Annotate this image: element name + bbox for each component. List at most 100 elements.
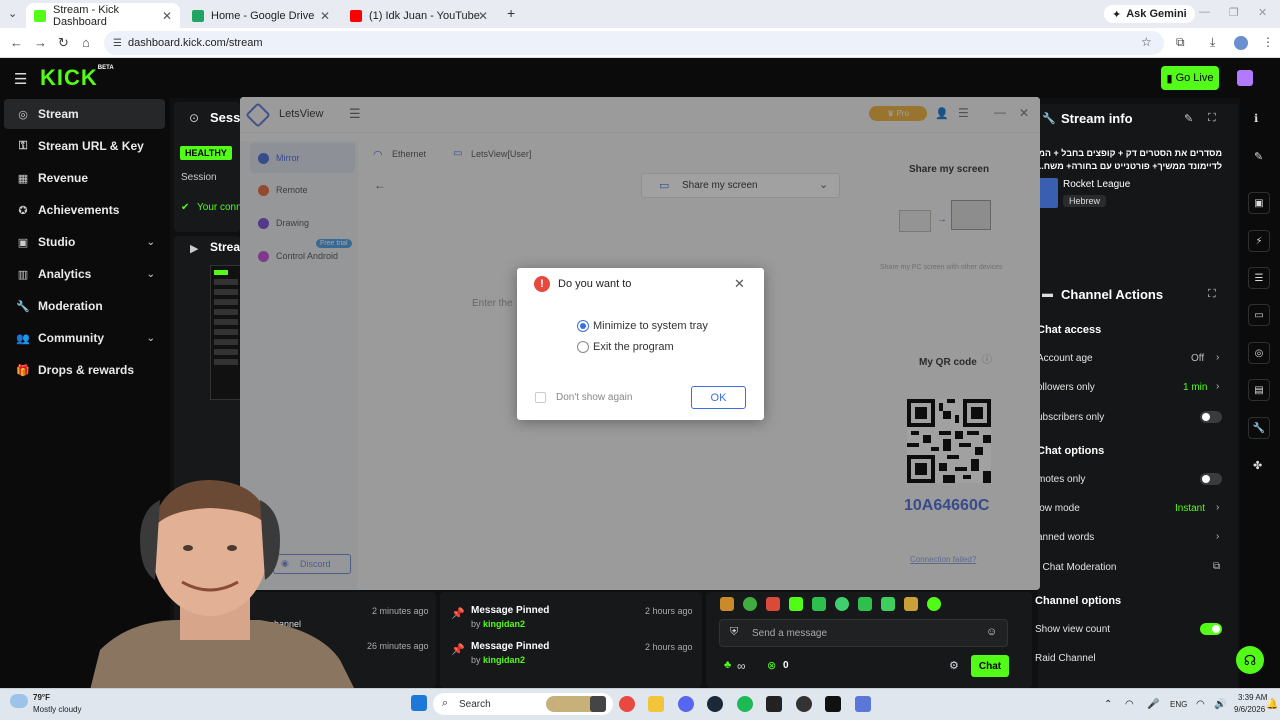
close-window-icon[interactable]: ✕ (1258, 6, 1267, 19)
user-avatar[interactable] (1237, 70, 1253, 86)
back-icon[interactable]: ← (10, 35, 23, 50)
sidebar-item-studio[interactable]: ▣ Studio ⌄ (4, 227, 165, 257)
sidebar-item-analytics[interactable]: ▥ Analytics ⌄ (4, 259, 165, 289)
tray-network-icon[interactable]: ◠ (1125, 699, 1134, 710)
extensions-icon[interactable]: ⧉ (1176, 35, 1185, 50)
go-live-button[interactable]: ▮ Go Live (1161, 66, 1219, 90)
emote-icon[interactable] (720, 597, 734, 611)
sidebar-item-achievements[interactable]: ✪ Achievements (4, 195, 165, 225)
video-icon[interactable]: ▣ (1248, 192, 1270, 214)
target-icon[interactable]: ◎ (1248, 342, 1270, 364)
minimize-tray-label[interactable]: Minimize to system tray (593, 320, 708, 332)
edit-icon[interactable]: ✎ (1184, 112, 1193, 125)
tray-volume-icon[interactable]: 🔊 (1214, 699, 1226, 710)
kick-logo[interactable]: KICKBETA (40, 65, 114, 91)
info-icon[interactable]: ℹ (1254, 112, 1258, 125)
emote-icon[interactable] (881, 597, 895, 611)
home-icon[interactable]: ⌂ (82, 35, 90, 50)
edit-icon[interactable]: ✎ (1254, 150, 1263, 163)
reload-icon[interactable]: ↻ (58, 35, 69, 51)
weather-desc[interactable]: Mostly cloudy (33, 705, 81, 714)
notification-bell-icon[interactable]: 🔔 (1266, 699, 1278, 710)
show-view-count-toggle[interactable] (1200, 623, 1222, 635)
paw-icon[interactable]: ✤ (1253, 459, 1262, 472)
browser-menu-icon[interactable]: ⋮ (1262, 35, 1274, 49)
sidebar-item-revenue[interactable]: ▦ Revenue (4, 163, 165, 193)
dialog-close-icon[interactable]: ✕ (734, 276, 745, 292)
weather-icon[interactable] (10, 694, 28, 708)
tab-search-icon[interactable]: ⌄ (8, 7, 17, 20)
site-info-icon[interactable]: ☰ (113, 38, 122, 49)
chrome-icon[interactable] (619, 696, 635, 712)
bookmark-star-icon[interactable]: ☆ (1141, 35, 1152, 49)
exit-program-radio[interactable] (577, 341, 589, 353)
url-input[interactable]: ☰ dashboard.kick.com/stream (104, 31, 1164, 55)
category-name[interactable]: Rocket League (1063, 179, 1130, 190)
menu-hamburger-icon[interactable]: ☰ (14, 70, 27, 88)
maximize-window-icon[interactable]: ❐ (1229, 6, 1239, 19)
tiktok-icon[interactable] (825, 696, 841, 712)
emote-icon[interactable] (743, 597, 757, 611)
tab-youtube[interactable]: (1) Idk Juan - YouTube ✕ (342, 3, 496, 28)
wrench-icon[interactable]: 🔧 (1248, 417, 1270, 439)
spotify-icon[interactable] (737, 696, 753, 712)
sidebar-item-stream[interactable]: ◎ Stream (4, 99, 165, 129)
clock-date[interactable]: 9/6/2026 (1234, 705, 1265, 714)
new-tab-button[interactable]: + (507, 5, 515, 21)
ok-button[interactable]: OK (691, 386, 746, 409)
support-headset-icon[interactable]: ☊ (1236, 646, 1264, 674)
letsview-taskbar-icon[interactable] (855, 696, 871, 712)
tray-wifi-icon[interactable]: ◠ (1196, 699, 1205, 710)
task-view-icon[interactable] (590, 696, 606, 712)
close-tab-icon[interactable]: ✕ (320, 9, 330, 23)
dont-show-again-label[interactable]: Don't show again (556, 392, 632, 403)
subscribers-only-toggle[interactable] (1200, 411, 1222, 423)
steam-icon[interactable] (707, 696, 723, 712)
list-icon[interactable]: ☰ (1248, 267, 1270, 289)
gear-icon[interactable]: ⚙ (949, 659, 959, 672)
file-explorer-icon[interactable] (648, 696, 664, 712)
obs-icon[interactable] (796, 696, 812, 712)
sidebar-item-drops-rewards[interactable]: 🎁 Drops & rewards (4, 355, 165, 385)
forward-icon[interactable]: → (34, 35, 47, 50)
emote-icon[interactable] (789, 597, 803, 611)
emote-icon[interactable] (766, 597, 780, 611)
windows-start-icon[interactable] (411, 695, 427, 711)
taskbar-search[interactable]: ⌕ Search (433, 693, 613, 715)
minimize-window-icon[interactable]: — (1199, 6, 1210, 18)
expand-icon[interactable]: ⛶ (1208, 112, 1216, 125)
emote-icon[interactable] (904, 597, 918, 611)
download-icon[interactable]: ⤓ (1210, 35, 1215, 50)
close-tab-icon[interactable]: ✕ (478, 9, 488, 23)
send-chat-button[interactable]: Chat (971, 655, 1009, 677)
banned-words-row[interactable]: anned words (1037, 532, 1227, 543)
emote-icon[interactable] (927, 597, 941, 611)
ask-gemini-button[interactable]: ✦ Ask Gemini (1104, 5, 1195, 23)
lightning-icon[interactable]: ⚡ (1248, 230, 1270, 252)
clock-time[interactable]: 3:39 AM (1238, 693, 1267, 702)
sidebar-item-moderation[interactable]: 🔧 Moderation (4, 291, 165, 321)
chat-icon[interactable]: ▭ (1248, 304, 1270, 326)
emote-icon[interactable] (835, 597, 849, 611)
emotes-only-toggle[interactable] (1200, 473, 1222, 485)
weather-temp[interactable]: 79°F (33, 693, 50, 702)
tray-mic-icon[interactable]: 🎤 (1147, 699, 1159, 710)
language-indicator[interactable]: ENG (1170, 700, 1187, 709)
emoji-icon[interactable]: ☺ (986, 626, 997, 638)
minimize-tray-radio[interactable] (577, 320, 589, 332)
exit-program-label[interactable]: Exit the program (593, 341, 674, 353)
ai-moderation-row[interactable]: I Chat Moderation (1037, 562, 1227, 573)
chat-message-input[interactable]: ⛨ Send a message ☺ (719, 619, 1008, 647)
close-tab-icon[interactable]: ✕ (162, 9, 172, 23)
tray-chevron-up-icon[interactable]: ⌃ (1104, 699, 1112, 710)
sidebar-item-stream-url-key[interactable]: ⚿ Stream URL & Key (4, 131, 165, 161)
epic-games-icon[interactable] (766, 696, 782, 712)
expand-icon[interactable]: ⛶ (1208, 288, 1216, 301)
dont-show-again-checkbox[interactable] (535, 392, 546, 403)
emote-icon[interactable] (812, 597, 826, 611)
screen-icon[interactable]: ▤ (1248, 379, 1270, 401)
emote-icon[interactable] (858, 597, 872, 611)
discord-taskbar-icon[interactable] (678, 696, 694, 712)
profile-avatar[interactable] (1234, 36, 1248, 50)
raid-channel-row[interactable]: Raid Channel (1035, 653, 1225, 664)
